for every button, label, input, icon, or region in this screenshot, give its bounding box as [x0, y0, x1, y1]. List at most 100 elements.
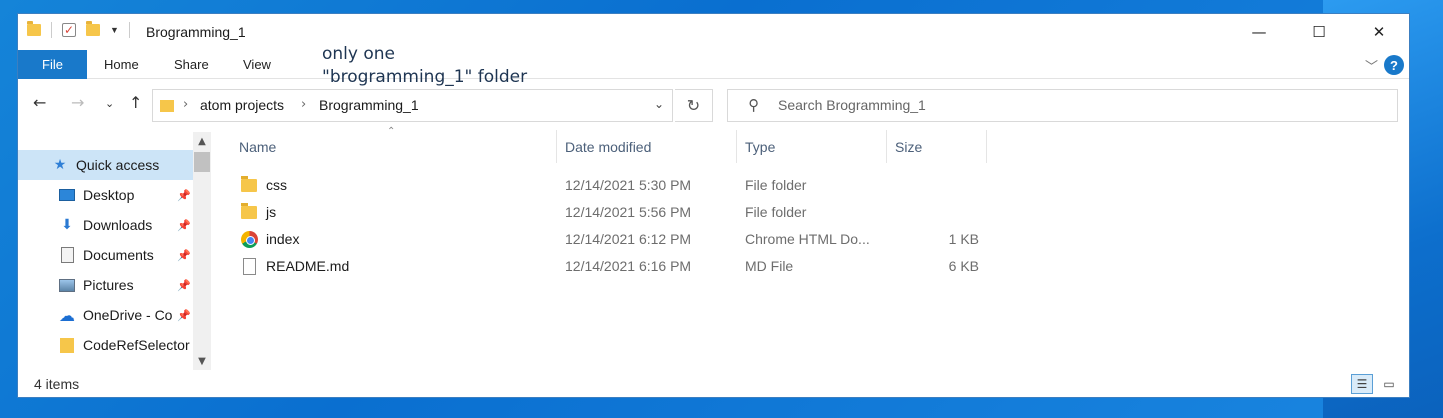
sidebar-item-onedrive[interactable]: ☁ OneDrive - Co 📌 [18, 300, 193, 330]
breadcrumb-item[interactable]: atom projects [200, 97, 284, 113]
ribbon-tabs: File Home Share View only one "brogrammi… [18, 44, 1409, 87]
download-icon: ⬇ [61, 217, 73, 233]
divider [51, 22, 52, 38]
file-date: 12/14/2021 6:16 PM [565, 258, 692, 274]
onedrive-icon: ☁ [59, 305, 75, 325]
desktop-icon [58, 187, 76, 203]
customize-toolbar-icon[interactable]: ▼ [110, 25, 119, 35]
window-controls: — ☐ ✕ [1229, 14, 1409, 50]
file-explorer-window: ✓ ▼ Brogramming_1 — ☐ ✕ File Home Share … [17, 13, 1410, 398]
status-bar: 4 items ☰ ▭ [18, 371, 1409, 398]
folder-icon [160, 100, 174, 112]
pin-icon[interactable]: 📌 [177, 249, 191, 262]
properties-icon[interactable]: ✓ [62, 23, 76, 37]
divider [128, 22, 130, 38]
nav-pane-scrollbar[interactable]: ▲ ▼ [193, 132, 211, 370]
folder-icon [241, 203, 259, 220]
file-type: File folder [745, 177, 807, 193]
column-header-type[interactable]: Type [737, 130, 887, 163]
file-type: File folder [745, 204, 807, 220]
sidebar-item-label: OneDrive - Co [83, 307, 173, 323]
chevron-right-icon[interactable]: › [301, 97, 306, 112]
pin-icon[interactable]: 📌 [177, 309, 191, 322]
navigation-pane: ★ Quick access Desktop 📌 ⬇ Downloads 📌 D… [18, 130, 212, 370]
file-date: 12/14/2021 6:12 PM [565, 231, 692, 247]
file-size: 1 KB [948, 231, 979, 247]
folder-icon [27, 21, 41, 36]
tab-home[interactable]: Home [104, 50, 139, 79]
file-name: css [266, 177, 287, 193]
sidebar-item-label: Desktop [83, 187, 135, 203]
file-row[interactable]: README.md 12/14/2021 6:16 PM MD File 6 K… [231, 253, 991, 280]
folder-icon [58, 337, 76, 353]
sidebar-item-documents[interactable]: Documents 📌 [18, 240, 193, 270]
sidebar-item-label: Pictures [83, 277, 134, 293]
pin-icon[interactable]: 📌 [177, 279, 191, 292]
file-name: index [266, 231, 300, 247]
column-header-name[interactable]: Name [231, 130, 557, 163]
column-header-size[interactable]: Size [887, 130, 987, 163]
item-count: 4 items [34, 376, 80, 392]
file-type: Chrome HTML Do... [745, 231, 870, 247]
search-input[interactable]: ⚲ Search Brogramming_1 [727, 89, 1398, 122]
forward-button[interactable]: → [71, 93, 84, 112]
navigation-bar: ← → ⌄ ↑ › atom projects › Brogramming_1 … [18, 87, 1409, 123]
sidebar-item-quick-access[interactable]: ★ Quick access [18, 150, 193, 180]
breadcrumb-item[interactable]: Brogramming_1 [319, 97, 419, 113]
sidebar-item-label: Quick access [76, 157, 160, 173]
file-size: 6 KB [948, 258, 979, 274]
tab-share[interactable]: Share [174, 50, 209, 79]
title-bar: ✓ ▼ Brogramming_1 — ☐ ✕ [18, 14, 1409, 50]
large-icons-view-icon[interactable]: ▭ [1378, 374, 1400, 394]
file-date: 12/14/2021 5:30 PM [565, 177, 692, 193]
search-icon: ⚲ [748, 96, 759, 114]
new-folder-icon[interactable] [86, 21, 100, 36]
sidebar-item-label: Documents [83, 247, 154, 263]
quick-access-toolbar: ✓ ▼ [27, 21, 130, 38]
file-name: README.md [266, 258, 350, 274]
details-view-icon[interactable]: ☰ [1351, 374, 1373, 394]
sidebar-item-coderefselector[interactable]: CodeRefSelector [18, 330, 193, 360]
file-list: ⌃ Name Date modified Type Size css 12/14… [231, 126, 1401, 370]
chevron-right-icon[interactable]: › [183, 97, 188, 112]
window-title: Brogramming_1 [146, 24, 246, 40]
tab-file[interactable]: File [18, 50, 87, 79]
recent-locations-button[interactable]: ⌄ [105, 97, 114, 110]
sidebar-item-pictures[interactable]: Pictures 📌 [18, 270, 193, 300]
documents-icon [58, 247, 76, 263]
sidebar-item-downloads[interactable]: ⬇ Downloads 📌 [18, 210, 193, 240]
pin-icon[interactable]: 📌 [177, 189, 191, 202]
scroll-thumb[interactable] [194, 152, 210, 172]
up-button[interactable]: ↑ [129, 93, 142, 112]
help-icon[interactable]: ? [1384, 55, 1404, 75]
file-row[interactable]: index 12/14/2021 6:12 PM Chrome HTML Do.… [231, 226, 991, 253]
search-placeholder: Search Brogramming_1 [778, 97, 926, 113]
annotation-text: only one "brogramming_1" folder [322, 44, 528, 87]
file-type: MD File [745, 258, 794, 274]
tab-view[interactable]: View [243, 50, 271, 79]
sidebar-item-label: CodeRefSelector [83, 337, 190, 353]
refresh-button[interactable]: ↻ [675, 89, 713, 122]
scroll-down-icon[interactable]: ▼ [193, 352, 211, 370]
sidebar-item-desktop[interactable]: Desktop 📌 [18, 180, 193, 210]
sidebar-item-label: Downloads [83, 217, 153, 233]
file-icon [241, 258, 259, 275]
folder-icon [241, 176, 259, 193]
maximize-button[interactable]: ☐ [1289, 14, 1349, 50]
address-bar[interactable]: › atom projects › Brogramming_1 ⌄ [152, 89, 673, 122]
pictures-icon [58, 277, 76, 293]
chrome-icon [241, 231, 259, 248]
column-header-date-modified[interactable]: Date modified [557, 130, 737, 163]
pin-icon[interactable]: 📌 [177, 219, 191, 232]
expand-ribbon-icon[interactable]: ﹀ [1365, 56, 1378, 75]
file-row[interactable]: js 12/14/2021 5:56 PM File folder [231, 199, 991, 226]
minimize-button[interactable]: — [1229, 14, 1289, 50]
file-date: 12/14/2021 5:56 PM [565, 204, 692, 220]
file-row[interactable]: css 12/14/2021 5:30 PM File folder [231, 172, 991, 199]
file-name: js [266, 204, 277, 220]
close-button[interactable]: ✕ [1349, 14, 1409, 50]
chevron-down-icon[interactable]: ⌄ [654, 97, 664, 111]
scroll-up-icon[interactable]: ▲ [193, 132, 211, 150]
back-button[interactable]: ← [33, 93, 46, 112]
star-icon: ★ [53, 157, 67, 173]
